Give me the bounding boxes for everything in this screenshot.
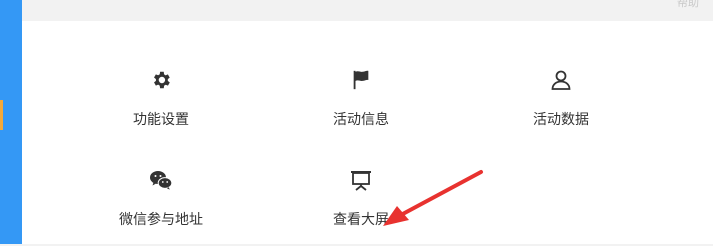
tile-wechat-address[interactable]: 微信参与地址 bbox=[61, 166, 261, 246]
presentation-icon bbox=[347, 166, 375, 194]
annotation-arrow bbox=[383, 170, 483, 226]
function-panel: 功能设置 活动信息 活动数据 微信参与地址 查看大屏 bbox=[22, 21, 713, 244]
tile-activity-info[interactable]: 活动信息 bbox=[261, 66, 461, 146]
sidebar-strip bbox=[0, 0, 22, 244]
sidebar-active-marker bbox=[0, 100, 3, 130]
tile-label: 功能设置 bbox=[133, 112, 189, 128]
tile-label: 活动信息 bbox=[333, 112, 389, 128]
flag-icon bbox=[347, 66, 375, 94]
gear-icon bbox=[147, 66, 175, 94]
tile-label: 活动数据 bbox=[533, 112, 589, 128]
wechat-icon bbox=[147, 166, 175, 194]
tile-activity-data[interactable]: 活动数据 bbox=[461, 66, 661, 146]
user-icon bbox=[547, 66, 575, 94]
tile-label: 微信参与地址 bbox=[119, 212, 203, 228]
help-link[interactable]: 帮助 bbox=[677, 0, 699, 10]
tile-function-settings[interactable]: 功能设置 bbox=[61, 66, 261, 146]
